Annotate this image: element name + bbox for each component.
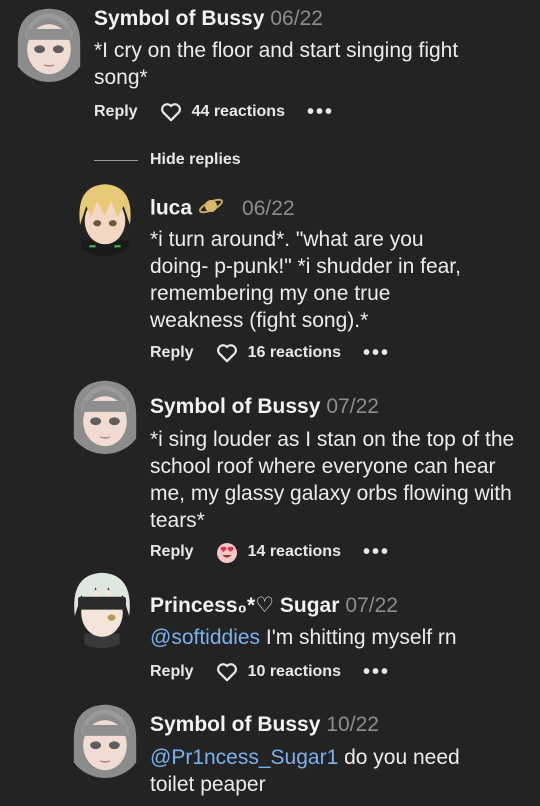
comment-date: 06/22 bbox=[270, 7, 323, 30]
reply-button[interactable]: Reply bbox=[150, 663, 194, 681]
comment-actions: Reply 44 reactions ••• bbox=[94, 102, 334, 122]
comment-author[interactable]: luca bbox=[150, 197, 192, 220]
more-options-button[interactable]: ••• bbox=[307, 102, 334, 122]
more-options-button[interactable]: ••• bbox=[363, 542, 390, 562]
comment-author[interactable]: Symbol of Bussy bbox=[150, 713, 320, 736]
comment-date: 07/22 bbox=[345, 594, 398, 617]
reaction-count[interactable]: 14 reactions bbox=[248, 543, 341, 561]
reply-button[interactable]: Reply bbox=[150, 344, 194, 362]
comment-header: Symbol of Bussy 07/22 bbox=[150, 395, 379, 419]
comment-text: *i turn around*. "what are you doing- p-… bbox=[150, 228, 461, 332]
hide-replies-button[interactable]: Hide replies bbox=[150, 151, 241, 169]
heart-outline-icon[interactable] bbox=[216, 343, 238, 363]
reaction-count[interactable]: 16 reactions bbox=[248, 344, 341, 362]
avatar[interactable] bbox=[10, 4, 88, 82]
comment-text: *i sing louder as I stan on the top of t… bbox=[150, 428, 515, 532]
avatar[interactable] bbox=[62, 568, 142, 648]
comment-actions: Reply 10 reactions ••• bbox=[150, 662, 390, 682]
reaction-count[interactable]: 44 reactions bbox=[192, 103, 285, 121]
comment-author[interactable]: Symbol of Bussy bbox=[150, 395, 320, 418]
avatar[interactable] bbox=[66, 178, 144, 256]
heart-outline-icon[interactable] bbox=[216, 662, 238, 682]
avatar[interactable] bbox=[66, 376, 144, 454]
comment-author[interactable]: Princess₀*♡ Sugar bbox=[150, 594, 339, 617]
avatar[interactable] bbox=[66, 700, 144, 778]
comment-date: 07/22 bbox=[326, 395, 379, 418]
comment-header: Symbol of Bussy 06/22 bbox=[94, 7, 323, 31]
more-options-button[interactable]: ••• bbox=[363, 662, 390, 682]
saturn-icon bbox=[198, 195, 224, 223]
heart-outline-icon[interactable] bbox=[160, 102, 182, 122]
comment-actions: Reply 14 reactions ••• bbox=[150, 542, 390, 563]
comment-text-rest: I'm shitting myself rn bbox=[260, 626, 457, 649]
comment-date: 10/22 bbox=[326, 713, 379, 736]
more-options-button[interactable]: ••• bbox=[363, 343, 390, 363]
user-mention-link[interactable]: @Pr1ncess_Sugar1 bbox=[150, 746, 338, 769]
reply-button[interactable]: Reply bbox=[94, 103, 138, 121]
comment-header: Symbol of Bussy 10/22 bbox=[150, 713, 379, 737]
comment-header: Princess₀*♡ Sugar 07/22 bbox=[150, 593, 398, 618]
user-mention-link[interactable]: @softiddies bbox=[150, 626, 260, 649]
comment-text: @Pr1ncess_Sugar1 do you need toilet peap… bbox=[150, 744, 490, 798]
reply-button[interactable]: Reply bbox=[150, 543, 194, 561]
divider bbox=[94, 160, 138, 161]
comment-author[interactable]: Symbol of Bussy bbox=[94, 7, 264, 30]
comment-text: *I cry on the floor and start singing fi… bbox=[94, 39, 459, 89]
heart-eyes-emoji-icon[interactable] bbox=[216, 542, 238, 563]
comment-date: 06/22 bbox=[242, 196, 295, 220]
reaction-count[interactable]: 10 reactions bbox=[248, 663, 341, 681]
comment-text: @softiddies I'm shitting myself rn bbox=[150, 624, 520, 651]
comment-header: luca 06/22 bbox=[150, 195, 295, 223]
comment-actions: Reply 16 reactions ••• bbox=[150, 343, 390, 363]
